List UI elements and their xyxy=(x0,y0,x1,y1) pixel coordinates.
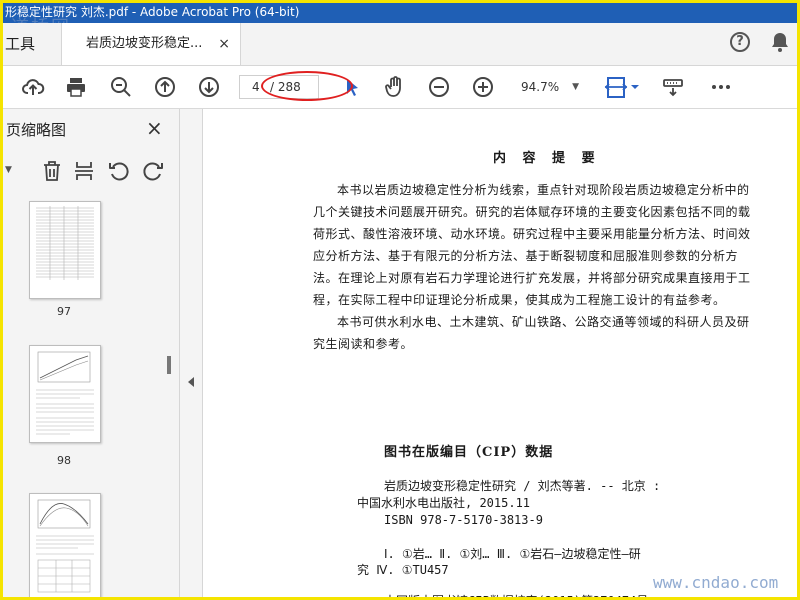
document-view[interactable]: 内 容 提 要 本书以岩质边坡稳定性分析为线索，重点针对现阶段岩质边坡稳定分析中… xyxy=(203,109,797,597)
cip-heading: 图书在版编目（CIP）数据 xyxy=(384,445,554,460)
print-icon[interactable] xyxy=(62,73,90,101)
zoom-level-select[interactable]: 94.7% ▼ xyxy=(509,75,585,99)
collapse-arrow-icon xyxy=(188,377,194,387)
page-thumbnail[interactable] xyxy=(29,493,101,597)
tab-close-icon[interactable]: × xyxy=(218,23,230,65)
cip-line: Ⅰ. ①岩… Ⅱ. ①刘… Ⅲ. ①岩石—边坡稳定性—研 xyxy=(384,547,641,561)
page-up-icon[interactable] xyxy=(151,73,179,101)
panel-collapse-handle[interactable] xyxy=(180,109,203,597)
thumbnail-toolbar: ▼ xyxy=(3,157,179,187)
upload-icon[interactable] xyxy=(19,73,47,101)
summary-line: 荷形式、酸性溶液环境、动水环境。研究过程中主要采用能量分析方法、时间效 xyxy=(313,227,751,241)
page-thumbnail[interactable] xyxy=(29,201,101,299)
annotation-ellipse xyxy=(261,71,353,101)
summary-line: 几个关键技术问题展开研究。研究的岩体赋存环境的主要变化因素包括不同的载 xyxy=(313,205,751,219)
delete-page-icon[interactable] xyxy=(41,159,63,187)
watermark-url: www.cndao.com xyxy=(653,573,779,592)
close-icon[interactable]: × xyxy=(146,116,163,140)
options-chevron-icon[interactable]: ▼ xyxy=(5,165,12,175)
help-icon[interactable]: ? xyxy=(730,32,750,52)
more-icon[interactable] xyxy=(707,73,735,101)
rotate-right-icon[interactable] xyxy=(141,159,165,187)
rotate-left-icon[interactable] xyxy=(107,159,131,187)
thumbnail-preview xyxy=(36,499,94,593)
tab-document-label: 岩质边坡变形稳定... xyxy=(86,36,203,51)
zoom-minus-icon[interactable] xyxy=(425,73,453,101)
thumbnail-preview xyxy=(36,206,94,280)
thumbnail-page-number: 97 xyxy=(57,305,71,318)
summary-line: 应分析方法、基于有限元的分析方法、基于断裂韧度和屈服准则参数的分析方 xyxy=(313,249,739,263)
tab-document[interactable]: 岩质边坡变形稳定... × xyxy=(61,23,241,65)
page-thumbnails-panel: 页缩略图 × ▼ 97 98 xyxy=(3,109,180,597)
thumbnail-page-number: 98 xyxy=(57,454,71,467)
main-toolbar: 4 / 288 94.7% ▼ xyxy=(3,66,797,109)
page-down-icon[interactable] xyxy=(195,73,223,101)
current-page-input[interactable]: 4 xyxy=(252,76,260,98)
keyboard-icon[interactable] xyxy=(659,73,687,101)
summary-line: 本书可供水利水电、土木建筑、矿山铁路、公路交通等领域的科研人员及研 xyxy=(337,315,750,329)
zoom-plus-icon[interactable] xyxy=(469,73,497,101)
title-bar: 形稳定性研究 刘杰.pdf - Adobe Acrobat Pro (64-bi… xyxy=(3,3,797,23)
thumbnail-preview xyxy=(36,351,94,435)
summary-line: 法。在理论上对原有岩石力学理论进行扩充发展，并将部分研究成果直接用于工 xyxy=(313,271,751,285)
tab-bar: 工具 岩质边坡变形稳定... × ? xyxy=(3,23,797,66)
app-window: 形稳定性研究 刘杰.pdf - Adobe Acrobat Pro (64-bi… xyxy=(0,0,800,600)
summary-line: 本书以岩质边坡稳定性分析为线索，重点针对现阶段岩质边坡稳定分析中的 xyxy=(337,183,750,197)
cip-line: ISBN 978-7-5170-3813-9 xyxy=(384,513,543,527)
cip-line: 岩质边坡变形稳定性研究 / 刘杰等著. -- 北京 : xyxy=(384,479,661,493)
tab-tools[interactable]: 工具 xyxy=(3,23,35,65)
fit-width-icon[interactable] xyxy=(603,73,643,101)
panel-title: 页缩略图 xyxy=(6,121,67,139)
thumbnail-scrollbar[interactable] xyxy=(163,187,177,597)
extract-page-icon[interactable] xyxy=(73,159,95,187)
cip-line: 中国水利水电出版社, 2015.11 xyxy=(357,496,531,510)
summary-paragraph: 本书以岩质边坡稳定性分析为线索，重点针对现阶段岩质边坡稳定分析中的 几个关键技术… xyxy=(313,179,778,355)
summary-line: 究生阅读和参考。 xyxy=(313,337,414,351)
page-thumbnail[interactable] xyxy=(29,345,101,443)
summary-line: 程，在实际工程中印证理论分析成果，使其成为工程施工设计的有益参考。 xyxy=(313,293,726,307)
summary-heading: 内 容 提 要 xyxy=(493,151,601,166)
notification-bell-icon[interactable] xyxy=(769,31,791,57)
zoom-out-search-icon[interactable] xyxy=(107,73,135,101)
cip-line: 究 Ⅳ. ①TU457 xyxy=(357,563,449,577)
hand-icon[interactable] xyxy=(381,73,409,101)
chevron-down-icon: ▼ xyxy=(572,82,579,92)
zoom-level-value: 94.7% xyxy=(521,80,560,94)
cip-line: 中国版本图书馆CIP数据核字(2015)第270474号 xyxy=(384,592,648,597)
scrollbar-thumb[interactable] xyxy=(167,356,171,374)
